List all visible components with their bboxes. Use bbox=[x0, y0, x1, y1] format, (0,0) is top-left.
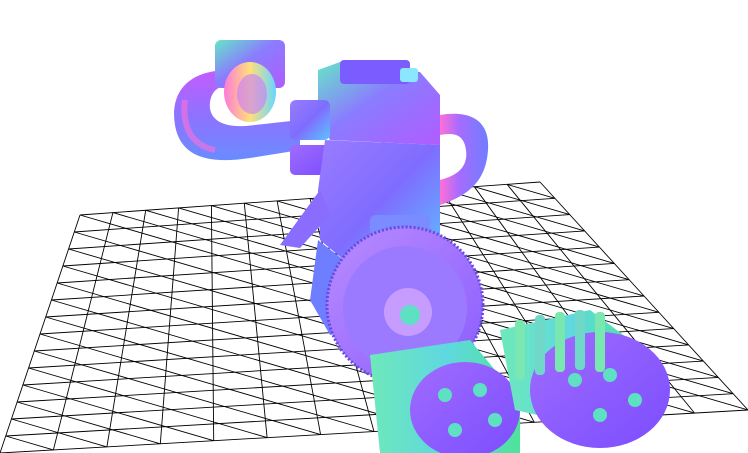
grid-line bbox=[11, 418, 108, 448]
oil-cap bbox=[400, 68, 418, 82]
scene-canvas[interactable] bbox=[0, 0, 748, 453]
grid-line bbox=[22, 384, 214, 442]
turbo-inlet-inner bbox=[237, 74, 267, 114]
alternator-fin-4 bbox=[575, 310, 585, 370]
grid-line bbox=[34, 350, 321, 436]
alternator-fin-5 bbox=[595, 312, 605, 372]
grid-line bbox=[474, 186, 570, 216]
3d-viewport[interactable] bbox=[0, 0, 748, 453]
grid-line bbox=[441, 188, 585, 232]
clutch-hole-4 bbox=[448, 423, 462, 437]
alternator-hole-3 bbox=[628, 393, 642, 407]
clutch-hole-2 bbox=[473, 383, 487, 397]
intake-runner bbox=[290, 100, 330, 140]
alternator-hole-2 bbox=[603, 368, 617, 382]
grid-line bbox=[28, 367, 268, 439]
alternator-fin-1 bbox=[515, 320, 525, 380]
valve-cover-plate bbox=[340, 60, 410, 84]
flywheel-center bbox=[400, 305, 420, 325]
clutch-hole-3 bbox=[488, 413, 502, 427]
alternator-fin-3 bbox=[555, 312, 565, 372]
alternator-hole-1 bbox=[568, 373, 582, 387]
exhaust-pipe-right bbox=[440, 113, 489, 205]
grid-line bbox=[5, 435, 54, 451]
clutch-hole-1 bbox=[438, 388, 452, 402]
grid-line bbox=[16, 401, 161, 445]
alternator-fin-2 bbox=[535, 315, 545, 375]
grid-line bbox=[506, 183, 556, 199]
alternator-hole-4 bbox=[593, 408, 607, 422]
grid-line bbox=[39, 333, 375, 432]
